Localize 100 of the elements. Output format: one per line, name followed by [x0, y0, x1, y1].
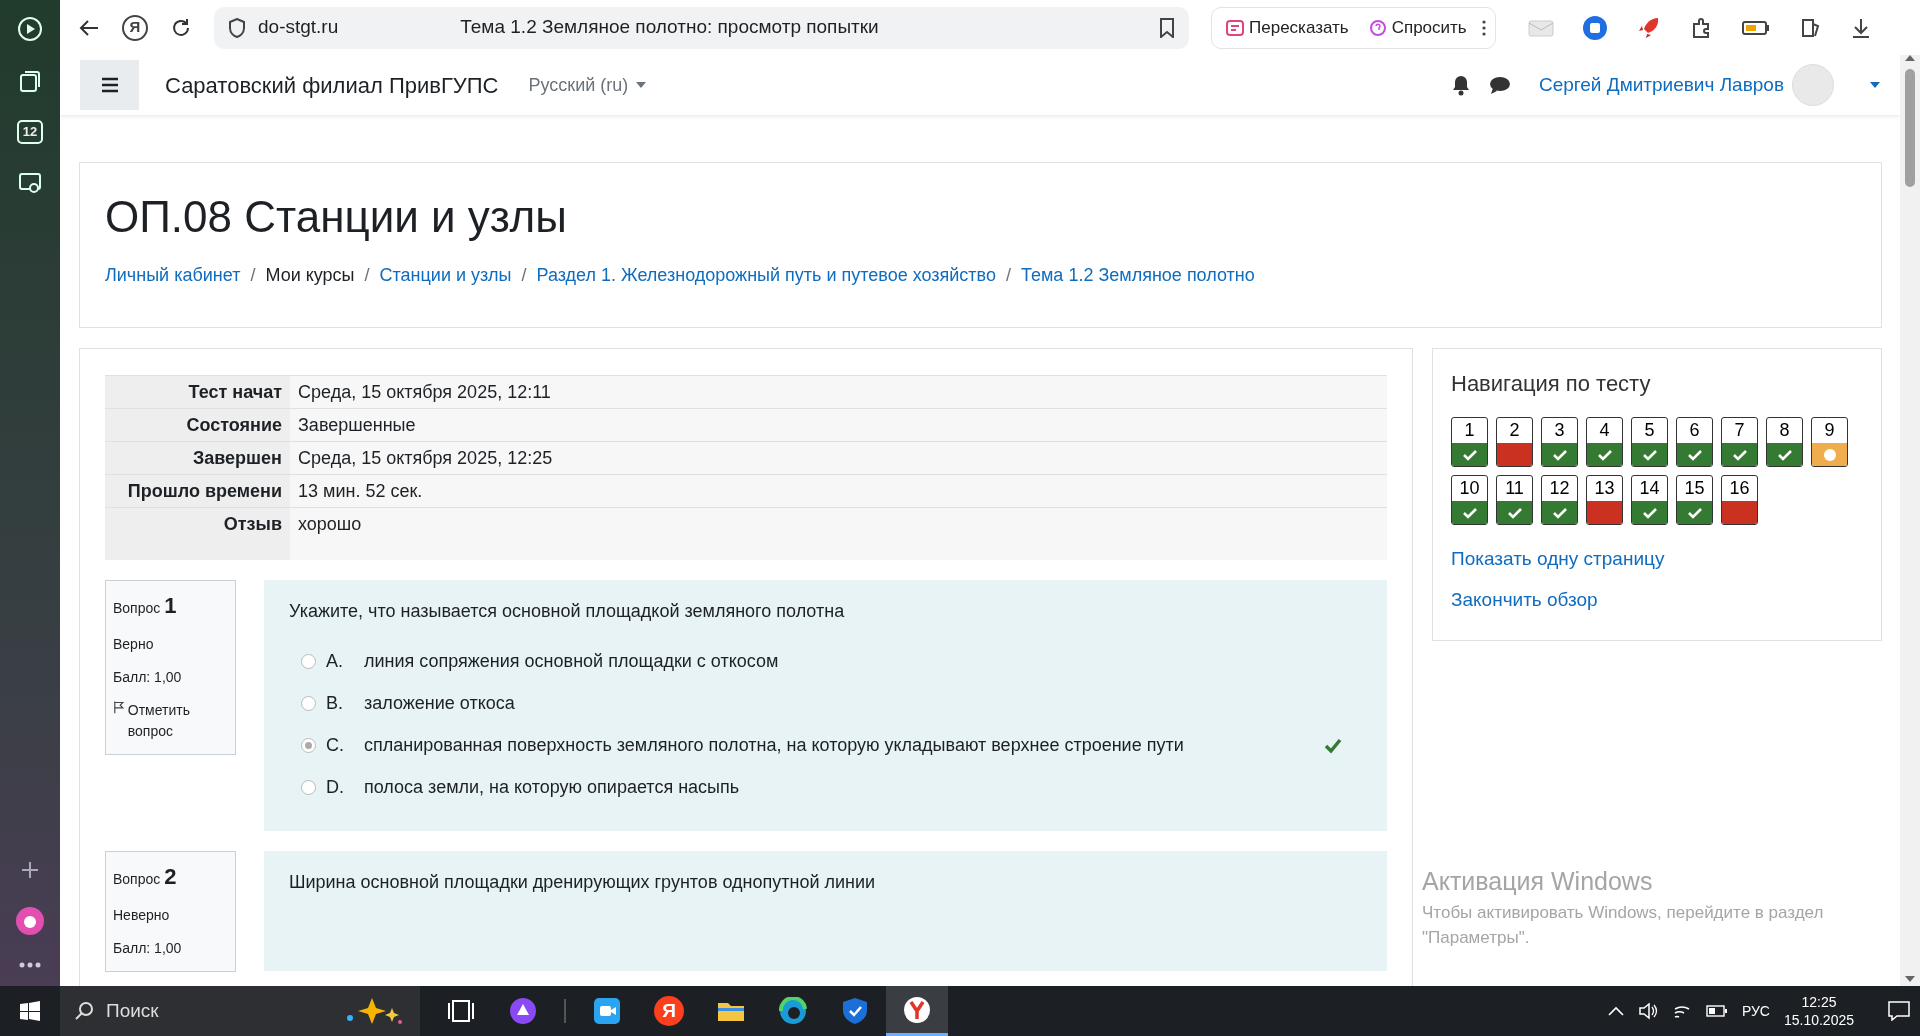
summary-value: Среда, 15 октября 2025, 12:11: [290, 375, 1387, 409]
kebab-icon[interactable]: [1480, 18, 1487, 37]
shield-icon: [228, 17, 246, 38]
battery-icon[interactable]: [1705, 1005, 1728, 1017]
address-bar[interactable]: do-stgt.ru Тема 1.2 Земляное полотно: просмотр попытки: [214, 6, 1189, 49]
summary-label: Отзыв: [105, 507, 290, 560]
question-nav-button[interactable]: 14: [1631, 475, 1668, 526]
question-number: Вопрос 2: [113, 862, 178, 891]
windows-icon: [20, 1001, 40, 1021]
question-nav-button[interactable]: 1: [1451, 417, 1488, 468]
question-text: Укажите, что называется основной площадкой земляного полотна: [289, 599, 846, 623]
more-icon[interactable]: [19, 962, 41, 968]
reload-icon[interactable]: [170, 16, 192, 39]
question-nav-button[interactable]: 16: [1721, 475, 1758, 526]
scroll-thumb[interactable]: [1905, 69, 1915, 187]
extension-icon[interactable]: [1581, 14, 1608, 41]
question-nav-button[interactable]: 12: [1541, 475, 1578, 526]
plus-icon[interactable]: [20, 860, 40, 880]
caret-icon[interactable]: [1870, 82, 1880, 88]
speaker-icon[interactable]: [1637, 1002, 1658, 1020]
flag-link[interactable]: Отметить вопрос: [127, 699, 228, 742]
radio-button[interactable]: [301, 654, 316, 669]
question-nav-button[interactable]: 8: [1766, 417, 1803, 468]
question-nav-button[interactable]: 5: [1631, 417, 1668, 468]
summary-label: Тест начат: [105, 375, 290, 409]
question-nav-button[interactable]: 6: [1676, 417, 1713, 468]
scroll-down-icon[interactable]: [1905, 976, 1915, 982]
question-text: Ширина основной площадки дренирующих грунтов однопутной линии: [289, 870, 877, 894]
navigation-link[interactable]: Показать одну страницу: [1451, 545, 1665, 574]
breadcrumb-separator: /: [521, 263, 527, 287]
summary-label: Прошло времени: [105, 474, 290, 508]
calendar-badge[interactable]: 12: [17, 120, 43, 144]
cards-icon[interactable]: [17, 68, 43, 94]
option-letter: D.: [326, 776, 345, 799]
question-grade: Балл: 1,00: [113, 938, 183, 958]
answer-option: заложение откоса: [364, 690, 1362, 717]
question-status: Верно: [113, 634, 155, 654]
breadcrumb-link[interactable]: Тема 1.2 Земляное полотно: [1021, 261, 1255, 289]
retell-icon: [1226, 18, 1244, 37]
task-view-icon: [447, 997, 475, 1025]
breadcrumb-link[interactable]: Раздел 1. Железнодорожный путь и путевое хозяйство: [536, 261, 996, 289]
course-title: ОП.08 Станции и узлы: [105, 191, 568, 243]
answer-option: спланированная поверхность земляного полотна, на которую укладывают верхнее строение пути: [364, 732, 1314, 759]
screenshot-icon[interactable]: [17, 170, 43, 196]
radio-button[interactable]: [301, 696, 316, 711]
question-nav-button[interactable]: 4: [1586, 417, 1623, 468]
ask-icon: [1368, 18, 1387, 37]
activation-message: Чтобы активировать Windows, перейдите в раздел "Параметры".: [1422, 902, 1825, 949]
site-name[interactable]: Саратовский филиал ПривГУПС: [165, 68, 499, 102]
browser-logo[interactable]: Я: [122, 14, 148, 41]
question-nav-button[interactable]: 11: [1496, 475, 1533, 526]
bell-icon[interactable]: [1450, 74, 1471, 96]
question-nav-button[interactable]: 7: [1721, 417, 1758, 468]
toolbar-action[interactable]: Пересказать: [1220, 14, 1355, 41]
radio-button[interactable]: [301, 738, 316, 753]
taskbar-app[interactable]: [886, 986, 948, 1036]
breadcrumb-separator: /: [250, 263, 256, 287]
menu-icon: [100, 77, 119, 93]
breadcrumb-link[interactable]: Станции и узлы: [379, 261, 512, 289]
question-nav-button[interactable]: 15: [1676, 475, 1713, 526]
shield-icon: [841, 997, 869, 1025]
taskbar-app[interactable]: Я: [638, 986, 700, 1036]
radio-button[interactable]: [301, 780, 316, 795]
option-letter: A.: [326, 650, 344, 673]
search-icon: [74, 1001, 94, 1021]
notifications-icon[interactable]: [1888, 1001, 1910, 1021]
question-nav-button[interactable]: 3: [1541, 417, 1578, 468]
option-letter: C.: [326, 734, 345, 757]
question-nav-button[interactable]: 13: [1586, 475, 1623, 526]
breadcrumb-separator: /: [364, 263, 370, 287]
assistant-icon[interactable]: [15, 906, 45, 936]
yandex-browser-icon: [903, 995, 931, 1024]
answer-option: линия сопряжения основной площадки с откосом: [364, 648, 1362, 675]
question-nav-button[interactable]: 2: [1496, 417, 1533, 468]
question-nav-button[interactable]: 10: [1451, 475, 1488, 526]
chevron-up-icon[interactable]: [1607, 1006, 1624, 1016]
chat-icon[interactable]: [1488, 75, 1511, 95]
breadcrumb-link[interactable]: Личный кабинет: [105, 261, 241, 289]
input-language[interactable]: РУС: [1741, 1000, 1770, 1022]
search-field[interactable]: Поиск: [60, 986, 420, 1036]
language-menu[interactable]: Русский (ru): [528, 71, 647, 99]
site-address: do-stgt.ru: [258, 15, 339, 40]
option-letter: B.: [326, 692, 344, 715]
bookmark-icon[interactable]: [1159, 17, 1175, 38]
summary-label: Завершен: [105, 441, 290, 475]
summary-value: 13 мин. 52 сек.: [290, 474, 1387, 508]
user-name[interactable]: Сергей Дмитриевич Лавров: [1538, 70, 1784, 100]
question-nav-button[interactable]: 9: [1811, 417, 1848, 468]
navigation-link[interactable]: Закончить обзор: [1451, 585, 1598, 615]
summary-value: Завершенные: [290, 408, 1387, 442]
toolbar-action[interactable]: Спросить: [1362, 14, 1473, 41]
play-icon[interactable]: [17, 16, 43, 42]
menu-button[interactable]: [80, 60, 139, 110]
clock-time[interactable]: 12:25: [1801, 993, 1837, 1011]
summary-value: хорошо: [290, 507, 1387, 560]
breadcrumb-separator: /: [1006, 263, 1011, 287]
clock-date[interactable]: 15.10.2025: [1783, 1011, 1854, 1029]
flag-icon[interactable]: [113, 699, 124, 714]
battery-icon[interactable]: [1741, 19, 1770, 36]
caret-icon: [636, 82, 647, 88]
